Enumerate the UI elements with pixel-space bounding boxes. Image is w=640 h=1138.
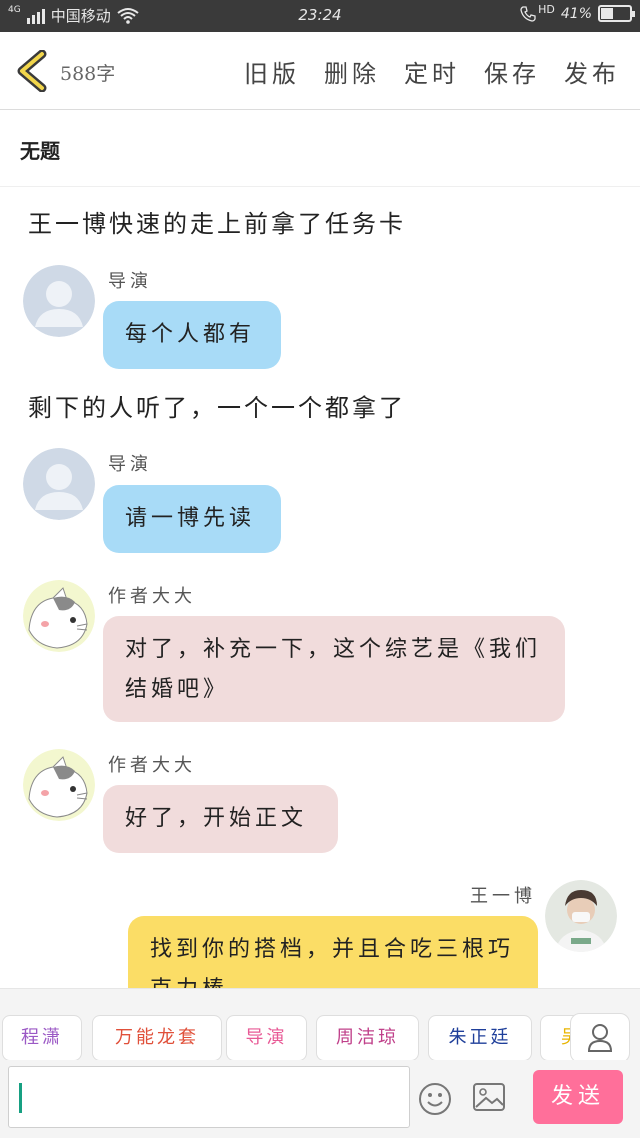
status-bar: 4G 中国移动 23:24 HD 41% <box>0 0 640 32</box>
avatar-author[interactable] <box>23 580 95 652</box>
speaker-name: 王一博 <box>470 886 536 907</box>
image-button[interactable] <box>472 1082 506 1112</box>
speaker-name: 导演 <box>108 454 152 475</box>
avatar-director[interactable] <box>23 448 95 520</box>
speaker-name: 作者大大 <box>108 755 196 776</box>
message-bubble[interactable]: 对了，补充一下，这个综艺是《我们结婚吧》 <box>103 616 565 722</box>
message-bubble[interactable]: 请一博先读 <box>103 485 281 553</box>
story-title: 无题 <box>20 139 60 163</box>
title-field[interactable]: 无题 <box>0 111 640 187</box>
character-tag[interactable]: 程潇 <box>2 1015 82 1061</box>
character-tag-bar: 程潇 万能龙套 导演 周洁琼 朱正廷 吴 <box>0 988 640 1063</box>
narration-line: 王一博快速的走上前拿了任务卡 <box>28 210 406 238</box>
character-tag[interactable]: 周洁琼 <box>316 1015 419 1061</box>
character-tag[interactable]: 万能龙套 <box>92 1015 222 1061</box>
photo-avatar-icon <box>545 880 617 952</box>
header-actions: 旧版 删除 定时 保存 发布 <box>244 54 620 89</box>
message-bubble[interactable]: 找到你的搭档，并且合吃三根巧克力棒 <box>128 916 538 988</box>
image-icon <box>473 1083 505 1111</box>
battery-level <box>601 8 614 19</box>
hd-label: HD <box>538 3 555 16</box>
delete-button[interactable]: 删除 <box>324 54 380 89</box>
default-avatar-icon <box>23 448 95 520</box>
speaker-name: 作者大大 <box>108 586 196 607</box>
editor-header: 588字 旧版 删除 定时 保存 发布 <box>0 32 640 110</box>
avatar-director[interactable] <box>23 265 95 337</box>
word-count: 588字 <box>60 63 116 85</box>
back-chevron-icon <box>17 49 47 93</box>
message-input[interactable] <box>8 1066 410 1128</box>
battery-icon <box>598 5 635 22</box>
emoji-icon <box>419 1083 451 1115</box>
message-bubble[interactable]: 每个人都有 <box>103 301 281 369</box>
default-avatar-icon <box>23 265 95 337</box>
text-caret <box>19 1083 22 1113</box>
add-character-button[interactable] <box>570 1013 630 1063</box>
character-tag[interactable]: 朱正廷 <box>428 1015 532 1061</box>
message-bubble[interactable]: 好了，开始正文 <box>103 785 338 853</box>
cat-avatar-icon <box>23 749 95 821</box>
speaker-name: 导演 <box>108 271 152 292</box>
chat-content: 王一博快速的走上前拿了任务卡 导演 每个人都有 剩下的人听了，一个一个都拿了 导… <box>0 188 640 988</box>
input-bar: 发送 <box>0 1060 640 1138</box>
schedule-button[interactable]: 定时 <box>404 54 460 89</box>
phone-hd-icon <box>520 5 536 22</box>
avatar-self[interactable] <box>545 880 617 952</box>
save-button[interactable]: 保存 <box>484 54 540 89</box>
send-button[interactable]: 发送 <box>533 1070 623 1124</box>
avatar-author[interactable] <box>23 749 95 821</box>
status-right: HD 41% <box>520 3 635 22</box>
battery-percent: 41% <box>560 5 592 22</box>
old-version-button[interactable]: 旧版 <box>244 54 300 89</box>
publish-button[interactable]: 发布 <box>564 54 620 89</box>
person-icon <box>587 1024 613 1052</box>
emoji-button[interactable] <box>418 1082 452 1116</box>
narration-line: 剩下的人听了，一个一个都拿了 <box>28 394 406 422</box>
back-button[interactable] <box>14 49 54 93</box>
cat-avatar-icon <box>23 580 95 652</box>
character-tag[interactable]: 导演 <box>226 1015 307 1061</box>
